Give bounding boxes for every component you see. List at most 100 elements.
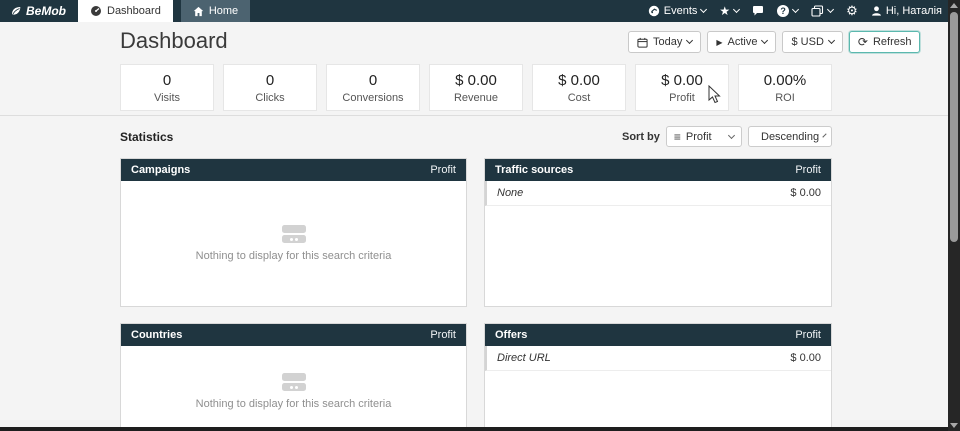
stat-card-roi: 0.00% ROI xyxy=(738,64,832,111)
play-icon: ▶ xyxy=(716,38,722,47)
tab-home[interactable]: Home xyxy=(181,0,250,22)
scrollbar-thumb[interactable] xyxy=(950,12,958,242)
panel-metric-label: Profit xyxy=(795,164,821,176)
chat-icon xyxy=(752,5,764,17)
bemob-logo[interactable]: BeMob xyxy=(0,0,78,22)
stat-value: $ 0.00 xyxy=(558,72,600,89)
panel-header: Campaigns Profit xyxy=(121,159,466,181)
refresh-button[interactable]: ⟳ Refresh xyxy=(849,31,921,53)
stat-value: 0 xyxy=(266,72,274,89)
settings-button[interactable]: ⚙ xyxy=(846,3,858,19)
tab-dashboard[interactable]: Dashboard xyxy=(78,0,173,22)
events-icon xyxy=(648,5,660,17)
stat-value: 0 xyxy=(163,72,171,89)
sort-by-label: Sort by xyxy=(622,131,660,143)
date-range-button[interactable]: Today xyxy=(628,31,701,53)
windows-icon xyxy=(811,5,824,17)
stat-label: Revenue xyxy=(454,92,498,104)
sort-field-select[interactable]: ≡ Profit xyxy=(666,126,742,147)
sort-order-select[interactable]: Descending xyxy=(748,126,832,147)
refresh-label: Refresh xyxy=(873,36,912,48)
row-value: $ 0.00 xyxy=(790,187,821,199)
row-name: None xyxy=(497,187,523,199)
tab-home-label: Home xyxy=(209,5,238,17)
currency-label: $ USD xyxy=(791,36,823,48)
stat-card-visits: 0 Visits xyxy=(120,64,214,111)
table-row[interactable]: Direct URL $ 0.00 xyxy=(485,346,831,371)
empty-data-icon xyxy=(282,225,306,243)
gear-icon: ⚙ xyxy=(846,3,858,19)
chevron-down-icon xyxy=(792,6,799,13)
sort-controls: Sort by ≡ Profit Descending xyxy=(622,126,832,147)
events-label: Events xyxy=(664,5,698,17)
tab-dashboard-label: Dashboard xyxy=(107,5,161,17)
header-actions: Today ▶ Active $ USD ⟳ Refresh xyxy=(628,31,920,53)
empty-data-icon xyxy=(282,373,306,391)
stat-card-clicks: 0 Clicks xyxy=(223,64,317,111)
user-label: Hi, Наталія xyxy=(886,5,942,17)
empty-state-text: Nothing to display for this search crite… xyxy=(196,250,392,262)
user-menu[interactable]: Hi, Наталія xyxy=(871,5,942,17)
stat-label: Clicks xyxy=(255,92,284,104)
stat-cards-row: 0 Visits 0 Clicks 0 Conversions $ 0.00 R… xyxy=(120,64,832,111)
stat-value: 0 xyxy=(369,72,377,89)
stat-label: Profit xyxy=(669,92,695,104)
statistics-heading: Statistics xyxy=(120,130,173,144)
events-menu[interactable]: Events xyxy=(648,5,707,17)
stat-label: Visits xyxy=(154,92,180,104)
list-icon: ≡ xyxy=(674,130,681,144)
status-filter-label: Active xyxy=(728,36,758,48)
currency-button[interactable]: $ USD xyxy=(782,31,842,53)
leaf-logo-icon xyxy=(10,5,22,17)
panel-metric-label: Profit xyxy=(430,164,456,176)
workspace-menu[interactable] xyxy=(811,5,833,17)
chevron-down-icon xyxy=(828,37,835,44)
empty-state: Nothing to display for this search crite… xyxy=(121,346,466,431)
favorites-menu[interactable]: ★ xyxy=(719,4,739,18)
horizontal-scrollbar[interactable] xyxy=(0,427,948,431)
dashboard-gauge-icon xyxy=(90,5,102,17)
stat-label: ROI xyxy=(775,92,795,104)
stat-card-revenue: $ 0.00 Revenue xyxy=(429,64,523,111)
user-icon xyxy=(871,5,882,17)
stat-label: Conversions xyxy=(342,92,403,104)
panel-campaigns: Campaigns Profit Nothing to display for … xyxy=(120,158,467,307)
page-title: Dashboard xyxy=(120,28,228,54)
scroll-up-arrow[interactable] xyxy=(950,3,958,8)
navbar-right-group: Events ★ ? ⚙ xyxy=(648,0,960,22)
help-menu[interactable]: ? xyxy=(777,5,798,17)
scroll-down-arrow[interactable] xyxy=(950,423,958,428)
status-filter-button[interactable]: ▶ Active xyxy=(707,31,776,53)
row-value: $ 0.00 xyxy=(790,352,821,364)
stat-value: $ 0.00 xyxy=(661,72,703,89)
refresh-icon: ⟳ xyxy=(858,35,868,49)
chevron-down-icon xyxy=(822,133,826,137)
panel-metric-label: Profit xyxy=(795,329,821,341)
stat-card-profit: $ 0.00 Profit xyxy=(635,64,729,111)
panel-header: Countries Profit xyxy=(121,324,466,346)
section-divider xyxy=(0,115,948,116)
panel-header: Traffic sources Profit xyxy=(485,159,831,181)
sort-order-value: Descending xyxy=(761,131,819,143)
panel-title: Traffic sources xyxy=(495,164,573,176)
sort-field-value: Profit xyxy=(686,131,712,143)
chevron-down-icon xyxy=(728,131,735,138)
panel-offers: Offers Profit Direct URL $ 0.00 xyxy=(484,323,832,431)
logo-text: BeMob xyxy=(26,4,66,18)
chat-button[interactable] xyxy=(752,5,764,17)
chevron-down-icon xyxy=(761,37,768,44)
empty-state: Nothing to display for this search crite… xyxy=(121,181,466,306)
panel-title: Campaigns xyxy=(131,164,190,176)
stat-value: $ 0.00 xyxy=(455,72,497,89)
vertical-scrollbar[interactable] xyxy=(948,0,960,431)
chevron-down-icon xyxy=(686,37,693,44)
stat-card-conversions: 0 Conversions xyxy=(326,64,420,111)
empty-state-text: Nothing to display for this search crite… xyxy=(196,398,392,410)
chevron-down-icon xyxy=(700,6,707,13)
stat-value: 0.00% xyxy=(764,72,807,89)
panel-header: Offers Profit xyxy=(485,324,831,346)
table-row[interactable]: None $ 0.00 xyxy=(485,181,831,206)
chevron-down-icon xyxy=(733,6,740,13)
row-name: Direct URL xyxy=(497,352,551,364)
panel-countries: Countries Profit Nothing to display for … xyxy=(120,323,467,431)
